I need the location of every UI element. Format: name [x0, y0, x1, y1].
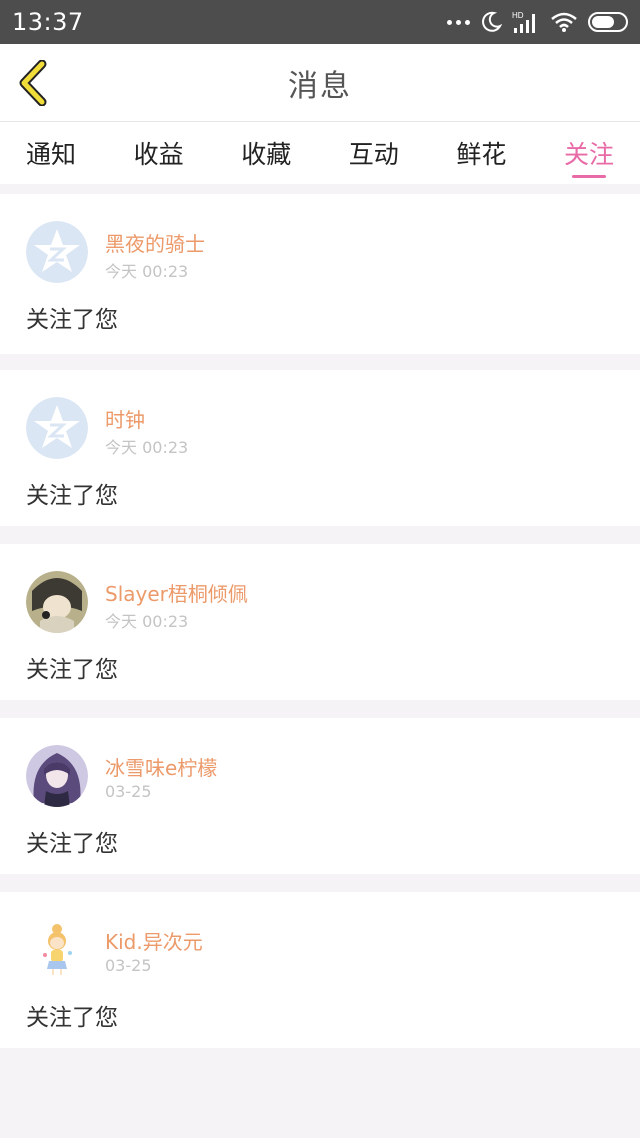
status-time: 13:37 [12, 8, 84, 36]
list-item[interactable]: Kid.异次元 03-25 关注了您 [0, 892, 640, 1048]
tab-flowers[interactable]: 鲜花 [456, 122, 506, 184]
purple-hair-girl-avatar[interactable] [26, 745, 88, 807]
tab-bar: 通知 收益 收藏 互动 鲜花 关注 [0, 122, 640, 184]
timestamp: 03-25 [105, 782, 152, 801]
wifi-icon [551, 12, 577, 32]
message-text: 关注了您 [26, 483, 118, 509]
username[interactable]: 时钟 [105, 404, 145, 433]
timestamp: 今天 00:23 [105, 438, 189, 457]
tab-favorites[interactable]: 收藏 [241, 122, 291, 184]
anime-girl-avatar[interactable] [26, 571, 88, 633]
more-dots-icon [447, 19, 470, 25]
message-text: 关注了您 [26, 831, 118, 857]
signal-icon: HD [512, 11, 535, 33]
page-title: 消息 [288, 68, 352, 104]
username[interactable]: Kid.异次元 [105, 926, 203, 955]
svg-text:HD: HD [512, 11, 524, 20]
cartoon-girl-avatar[interactable] [26, 919, 88, 981]
status-icons: HD [447, 10, 628, 34]
message-text: 关注了您 [26, 1005, 118, 1031]
list-item[interactable]: Slayer梧桐倾佩 今天 00:23 关注了您 [0, 544, 640, 700]
qzone-default-avatar[interactable] [26, 221, 88, 283]
chevron-left-icon[interactable] [16, 60, 50, 106]
tab-earnings[interactable]: 收益 [134, 122, 184, 184]
moon-icon [482, 11, 502, 32]
username[interactable]: 冰雪味e柠檬 [105, 752, 217, 781]
timestamp: 03-25 [105, 956, 152, 975]
timestamp: 今天 00:23 [105, 612, 189, 631]
qzone-default-avatar[interactable] [26, 397, 88, 459]
header: 消息 [0, 44, 640, 122]
message-text: 关注了您 [26, 657, 118, 683]
tab-interactions[interactable]: 互动 [349, 122, 399, 184]
timestamp: 今天 00:23 [105, 262, 189, 281]
username[interactable]: Slayer梧桐倾佩 [105, 578, 248, 607]
list-item[interactable]: 黑夜的骑士 今天 00:23 关注了您 [0, 194, 640, 354]
list-item[interactable]: 时钟 今天 00:23 关注了您 [0, 370, 640, 526]
username[interactable]: 黑夜的骑士 [105, 228, 205, 257]
tab-notifications[interactable]: 通知 [26, 122, 76, 184]
battery-icon [588, 12, 628, 32]
list-item[interactable]: 冰雪味e柠檬 03-25 关注了您 [0, 718, 640, 874]
follow-list: 黑夜的骑士 今天 00:23 关注了您 时钟 今天 00:23 关注了您 Sla… [0, 194, 640, 1048]
tab-follows[interactable]: 关注 [564, 122, 614, 184]
status-bar: 13:37 HD [0, 0, 640, 44]
message-text: 关注了您 [26, 307, 118, 333]
